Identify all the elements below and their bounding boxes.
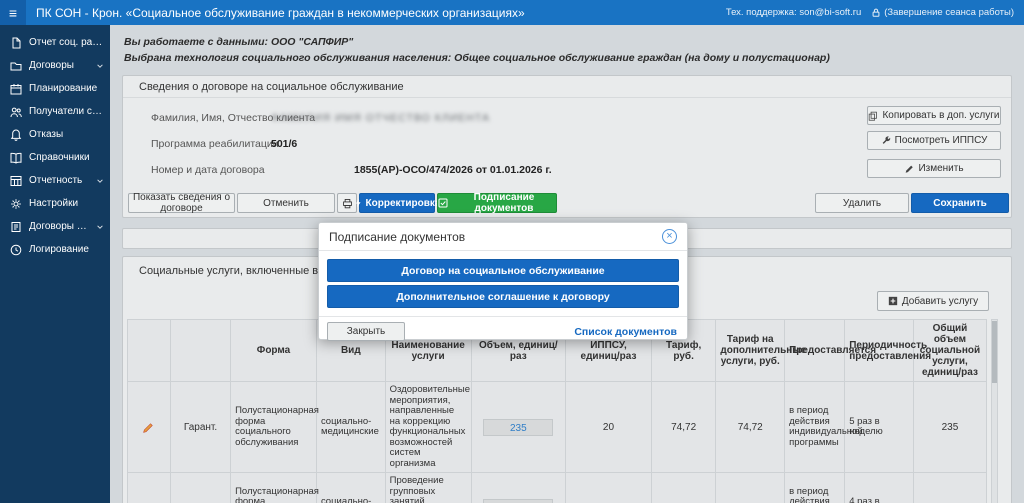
- sidebar-item-settings[interactable]: Настройки: [0, 192, 110, 215]
- gear-icon: [10, 198, 22, 210]
- correction-button[interactable]: Корректировка: [359, 193, 435, 213]
- col-tariff-add: Тариф на дополнительные услуги, руб.: [716, 320, 785, 382]
- sidebar-item-reporting[interactable]: Отчетность: [0, 169, 110, 192]
- contract-icon: [10, 221, 22, 233]
- calendar-icon: [10, 83, 22, 95]
- folder-icon: [10, 60, 22, 72]
- sidebar-item-report[interactable]: Отчет соц. работника: [0, 31, 110, 54]
- edit-contract-button[interactable]: Изменить: [867, 159, 1001, 178]
- col-provided: Предоставляется: [785, 320, 845, 382]
- save-button[interactable]: Сохранить: [911, 193, 1009, 213]
- sign-documents-button[interactable]: Подписание документов: [437, 193, 557, 213]
- volume-input[interactable]: 44: [483, 499, 553, 503]
- edit-icon: [904, 164, 914, 174]
- top-bar: ≡ ПК СОН - Крон. «Социальное обслуживани…: [0, 0, 1024, 25]
- support-link[interactable]: Тех. поддержка: son@bi-soft.ru: [726, 7, 861, 18]
- rehab-program-value: 501/6: [271, 138, 297, 150]
- copy-icon: [868, 111, 878, 121]
- chevron-down-icon: [96, 177, 104, 185]
- app-window: ≡ ПК СОН - Крон. «Социальное обслуживани…: [0, 0, 1024, 503]
- sidebar-item-recipients[interactable]: Получатели соц. услуг: [0, 100, 110, 123]
- sign-icon: [438, 198, 448, 208]
- table-scrollbar[interactable]: [991, 319, 998, 503]
- contract-panel-title: Сведения о договоре на социальное обслуж…: [123, 76, 1011, 98]
- pencil-icon[interactable]: [132, 421, 166, 434]
- col-periodicity: Периодичность предоставления: [845, 320, 914, 382]
- menu-icon[interactable]: ≡: [0, 0, 26, 25]
- sidebar: Отчет соц. работника Договоры Планирован…: [0, 25, 110, 503]
- show-contract-details-button[interactable]: Показать сведения о договоре: [128, 193, 235, 213]
- delete-button[interactable]: Удалить: [815, 193, 909, 213]
- bolt-icon: [354, 198, 362, 208]
- add-service-button[interactable]: Добавить услугу: [877, 291, 989, 311]
- col-form: Форма: [231, 320, 317, 382]
- tool-icon: [881, 136, 891, 146]
- print-icon: [342, 198, 353, 209]
- client-name-value: ФАМИЛИЯ ИМЯ ОТЧЕСТВО КЛИЕНТА: [271, 112, 490, 124]
- book-icon: [10, 152, 22, 164]
- table-row: Гарант. Полустационарная форма социально…: [128, 382, 987, 473]
- chevron-down-icon: [96, 62, 104, 70]
- sidebar-item-additional-contracts[interactable]: Договоры на доп. у...: [0, 215, 110, 238]
- context-technology: Выбрана технология социального обслужива…: [124, 50, 1010, 66]
- table-scrollbar-thumb[interactable]: [992, 321, 997, 383]
- plus-icon: [888, 296, 898, 306]
- contract-document-button[interactable]: Договор на социальное обслуживание: [327, 259, 679, 282]
- col-guarantee: [170, 320, 230, 382]
- close-dialog-button[interactable]: Закрыть: [327, 322, 405, 341]
- rehab-program-label: Программа реабилитации: [151, 138, 279, 150]
- bell-icon: [10, 129, 22, 141]
- contract-number-value: 1855(АР)-ОСО/474/2026 от 01.01.2026 г.: [354, 164, 552, 176]
- report-icon: [10, 175, 22, 187]
- sidebar-item-logging[interactable]: Логирование: [0, 238, 110, 261]
- volume-input[interactable]: 235: [483, 419, 553, 436]
- dialog-title: Подписание документов: [329, 230, 465, 244]
- sidebar-item-contracts[interactable]: Договоры: [0, 54, 110, 77]
- contract-number-label: Номер и дата договора: [151, 164, 265, 176]
- additional-agreement-button[interactable]: Дополнительное соглашение к договору: [327, 285, 679, 308]
- view-ippsu-button[interactable]: Посмотреть ИППСУ: [867, 131, 1001, 150]
- table-row: Гарант. Полустационарная форма социально…: [128, 473, 987, 503]
- copy-to-additional-button[interactable]: Копировать в доп. услуги: [867, 106, 1001, 125]
- services-table: Форма Вид Наименование услуги Объем, еди…: [127, 319, 987, 503]
- chevron-down-icon: [96, 223, 104, 231]
- col-edit: [128, 320, 171, 382]
- logout-button[interactable]: (Завершение сеанса работы): [871, 7, 1014, 18]
- sidebar-item-refusals[interactable]: Отказы: [0, 123, 110, 146]
- signing-documents-dialog: Подписание документов × Договор на социа…: [318, 222, 688, 340]
- documents-list-link[interactable]: Список документов: [574, 326, 677, 338]
- context-company: Вы работаете с данными: ООО "САПФИР": [124, 34, 1010, 50]
- app-title: ПК СОН - Крон. «Социальное обслуживание …: [26, 6, 525, 20]
- document-icon: [10, 37, 22, 49]
- contract-panel: Сведения о договоре на социальное обслуж…: [122, 75, 1012, 218]
- log-icon: [10, 244, 22, 256]
- lock-icon: [871, 7, 881, 18]
- cancel-button[interactable]: Отменить: [237, 193, 335, 213]
- sidebar-item-directories[interactable]: Справочники: [0, 146, 110, 169]
- sidebar-item-planning[interactable]: Планирование: [0, 77, 110, 100]
- close-icon[interactable]: ×: [662, 229, 677, 244]
- users-icon: [10, 106, 22, 118]
- col-total: Общий объем социальной услуги, единиц/ра…: [913, 320, 986, 382]
